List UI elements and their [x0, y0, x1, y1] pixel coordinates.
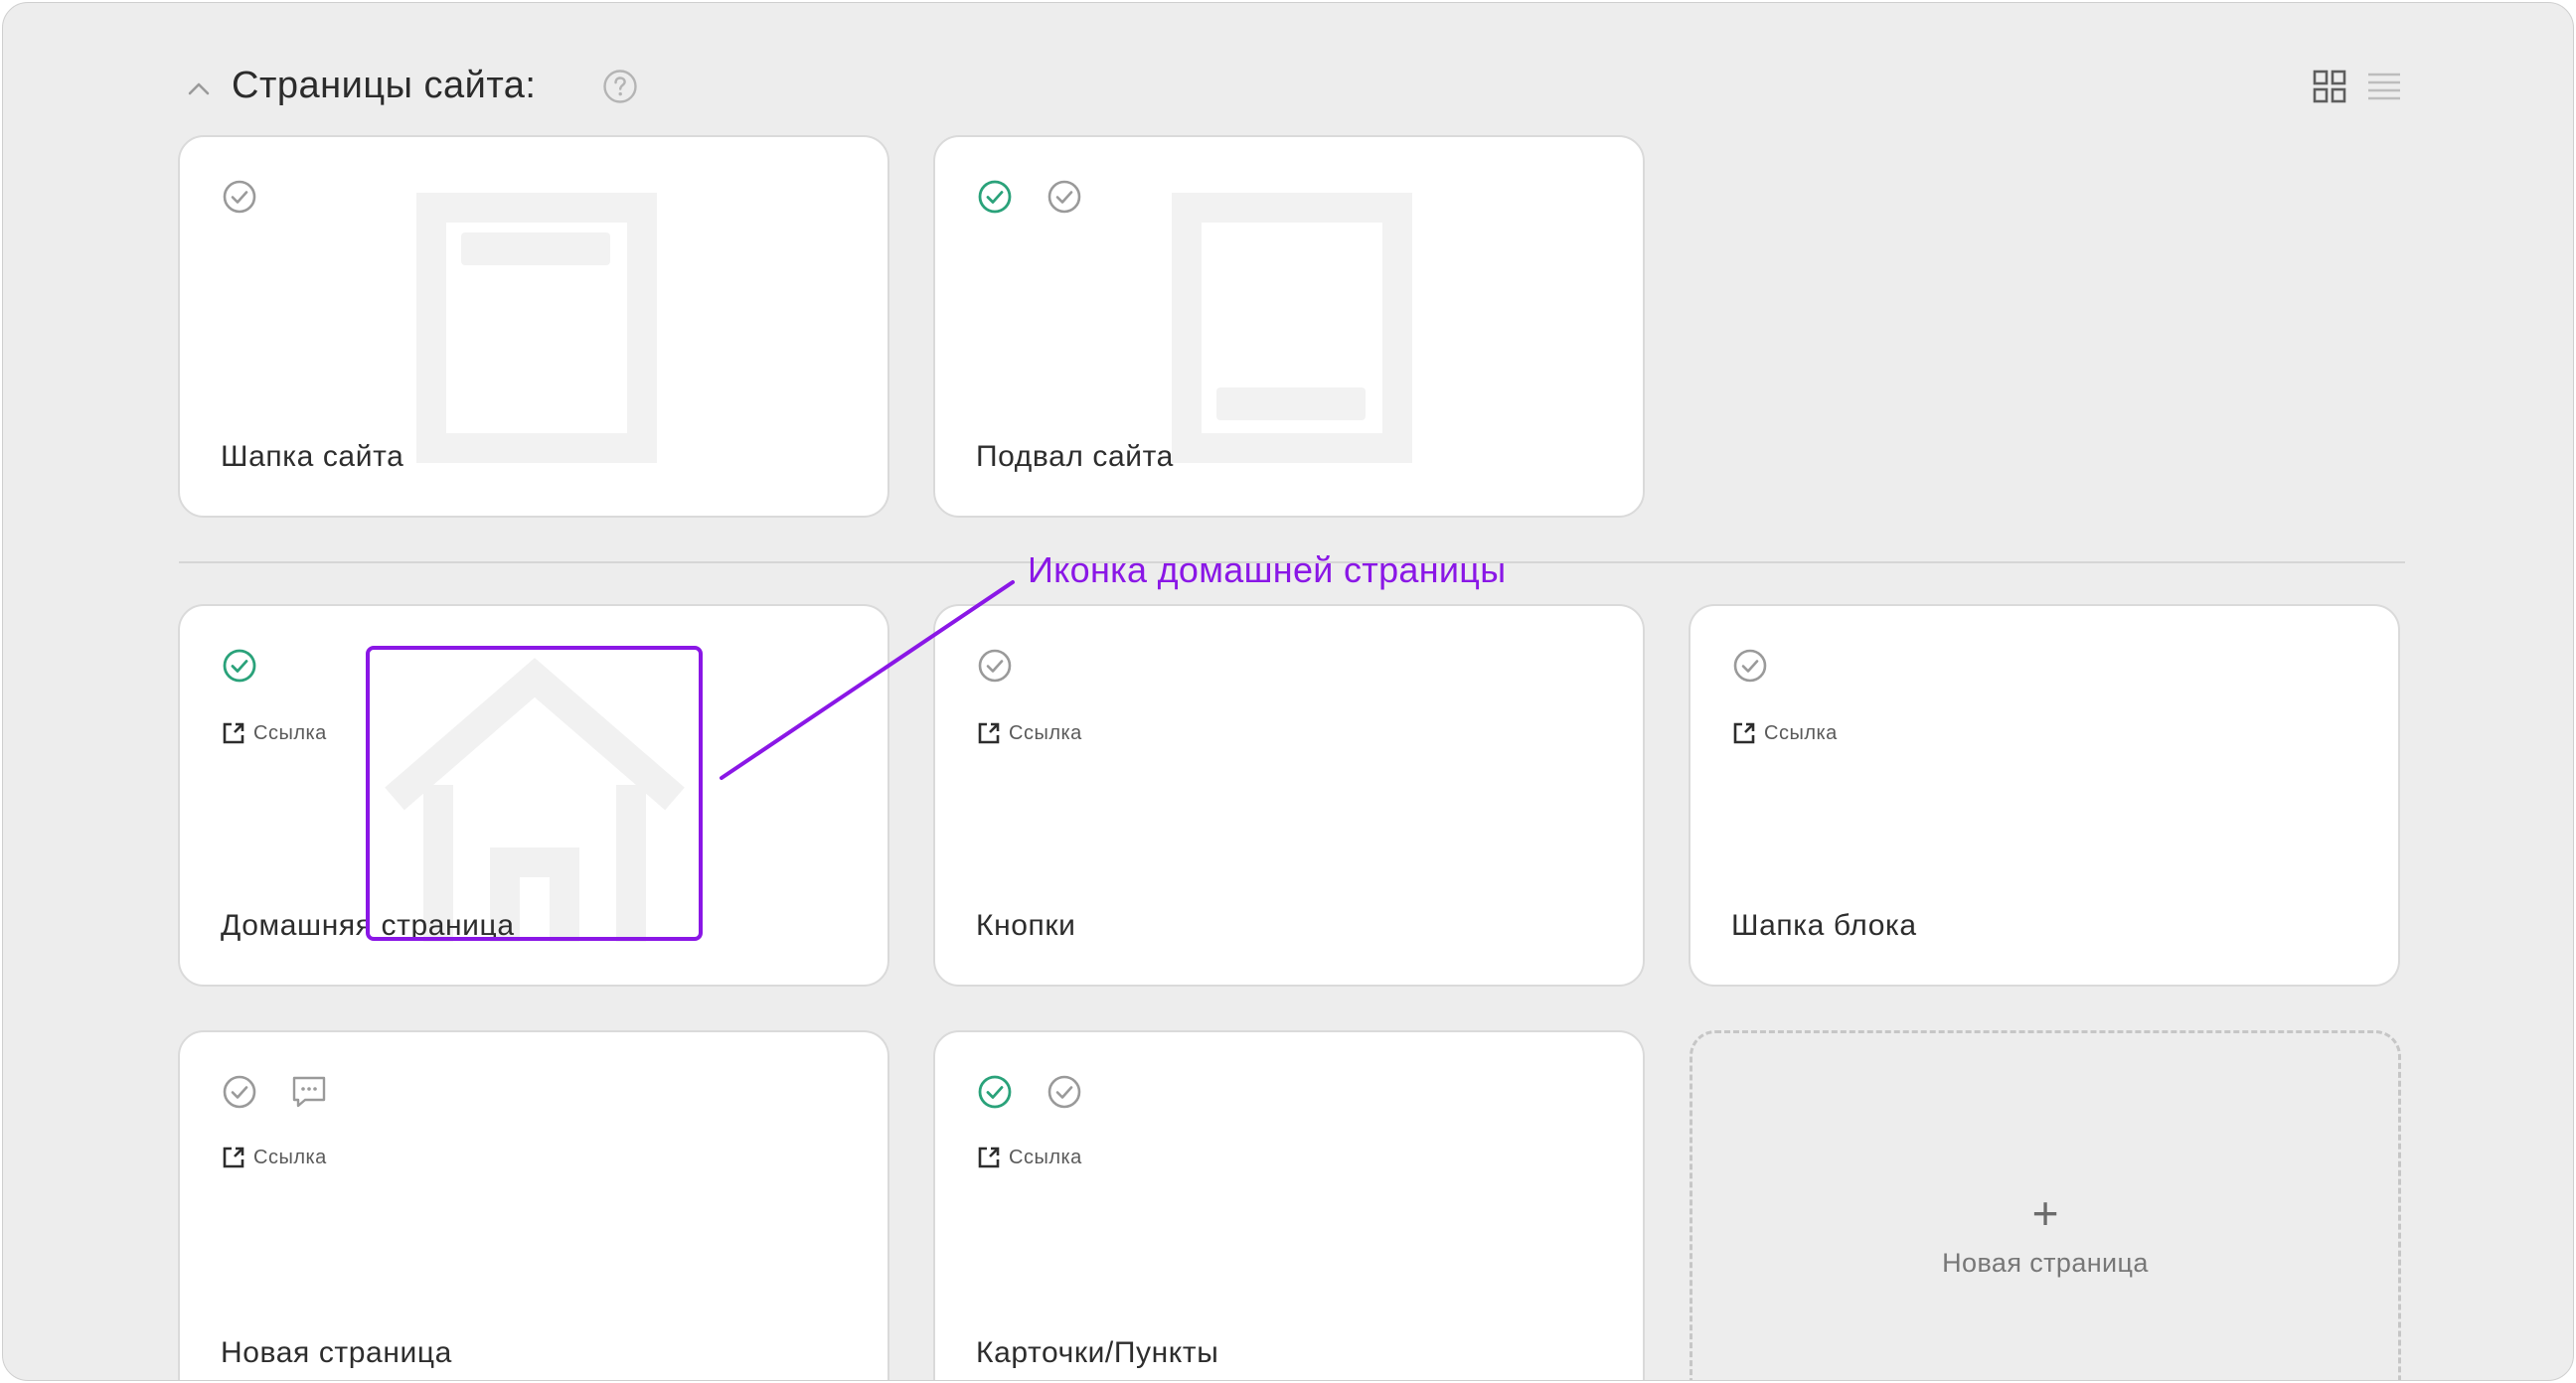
- collapse-section-button[interactable]: [183, 73, 215, 104]
- new-page-label: Новая страница: [1942, 1248, 2149, 1278]
- external-link-icon: [223, 1147, 244, 1168]
- check-circle-icon: [223, 180, 256, 214]
- card-title: Кнопки: [976, 909, 1076, 942]
- card-title: Домашняя страница: [221, 909, 515, 942]
- chevron-up-icon: [188, 82, 210, 95]
- card-title: Шапка блока: [1731, 909, 1917, 942]
- external-link-icon: [978, 1147, 1000, 1168]
- question-circle-icon[interactable]: [602, 69, 638, 104]
- grid-view-icon: [2313, 70, 2346, 103]
- section-title: Страницы сайта:: [232, 65, 537, 106]
- page-link[interactable]: Ссылка: [977, 1146, 1082, 1169]
- link-label: Ссылка: [253, 1146, 327, 1168]
- check-circle-icon: [1733, 649, 1767, 683]
- check-circle-icon: [223, 1075, 256, 1109]
- page-card-new-page[interactable]: Ссылка Новая страница: [178, 1030, 889, 1380]
- list-view-button[interactable]: [2366, 71, 2402, 102]
- check-circle-icon: [978, 649, 1012, 683]
- check-circle-icon: [1047, 180, 1081, 214]
- link-label: Ссылка: [1009, 1146, 1082, 1168]
- link-label: Ссылка: [1764, 721, 1838, 744]
- card-title: Карточки/Пункты: [976, 1336, 1219, 1369]
- card-title: Подвал сайта: [976, 440, 1174, 473]
- footer-thumbnail-icon: [1172, 193, 1412, 463]
- check-circle-icon: [1047, 1075, 1081, 1109]
- header-thumbnail-icon: [416, 193, 657, 463]
- check-circle-active-icon: [978, 1075, 1012, 1109]
- page-link[interactable]: Ссылка: [222, 721, 327, 745]
- page-card-home[interactable]: Ссылка Домашняя страница: [178, 604, 889, 987]
- comment-icon[interactable]: [291, 1074, 327, 1110]
- card-title: Новая страница: [221, 1336, 452, 1369]
- home-icon: [385, 658, 685, 942]
- plus-icon: +: [2031, 1187, 2059, 1239]
- list-view-icon: [2368, 73, 2400, 100]
- page-card-cards-items[interactable]: Ссылка Карточки/Пункты: [933, 1030, 1645, 1380]
- new-page-button[interactable]: + Новая страница: [1690, 1030, 2401, 1380]
- page-link[interactable]: Ссылка: [977, 721, 1082, 745]
- grid-view-button[interactable]: [2312, 69, 2347, 104]
- external-link-icon: [1733, 722, 1755, 744]
- card-title: Шапка сайта: [221, 440, 404, 473]
- external-link-icon: [223, 722, 244, 744]
- link-label: Ссылка: [1009, 721, 1082, 744]
- check-circle-active-icon: [223, 649, 256, 683]
- site-pages-panel: Страницы сайта: Шапка сайта Подвал сайта…: [2, 2, 2574, 1381]
- link-label: Ссылка: [253, 721, 327, 744]
- site-header-card[interactable]: Шапка сайта: [178, 135, 889, 518]
- page-card-block-header[interactable]: Ссылка Шапка блока: [1689, 604, 2400, 987]
- check-circle-active-icon: [978, 180, 1012, 214]
- page-link[interactable]: Ссылка: [222, 1146, 327, 1169]
- page-link[interactable]: Ссылка: [1732, 721, 1838, 745]
- external-link-icon: [978, 722, 1000, 744]
- annotation-label: Иконка домашней страницы: [1028, 549, 1507, 590]
- page-card-buttons[interactable]: Ссылка Кнопки: [933, 604, 1645, 987]
- site-footer-card[interactable]: Подвал сайта: [933, 135, 1645, 518]
